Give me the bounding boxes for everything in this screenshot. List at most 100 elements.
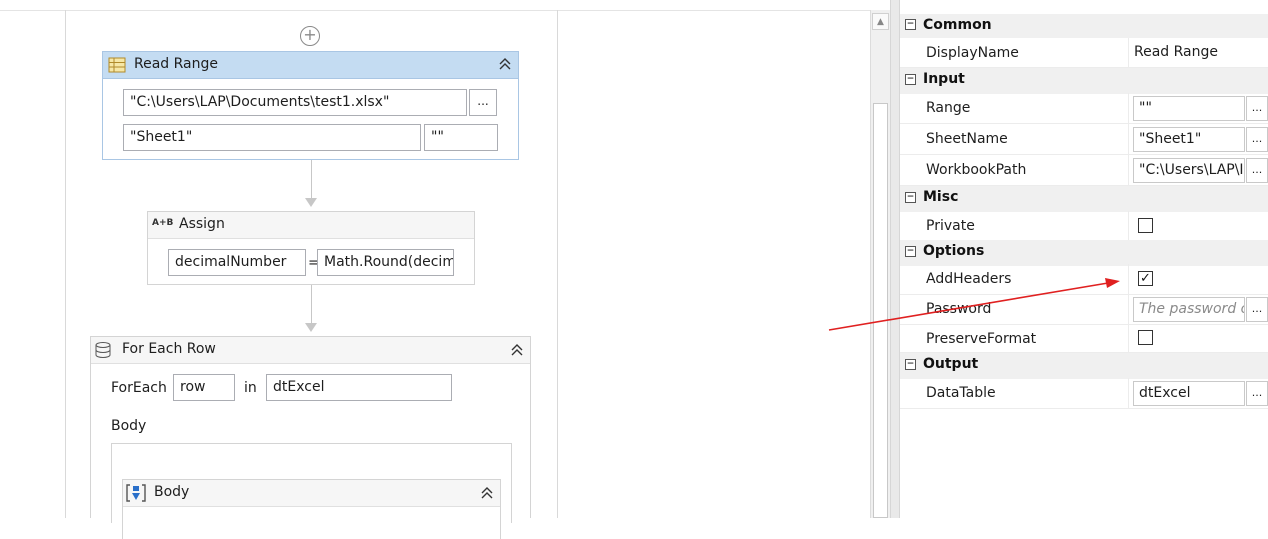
- assign-to-input[interactable]: decimalNumber: [168, 249, 306, 276]
- column-divider: [1128, 264, 1129, 295]
- private-checkbox[interactable]: [1138, 218, 1153, 233]
- for-each-row-header[interactable]: For Each Row: [91, 337, 530, 364]
- assign-header[interactable]: A+B Assign: [148, 212, 474, 239]
- property-name: Range: [926, 100, 971, 116]
- connector-arrow-icon: [305, 323, 317, 332]
- in-label: in: [244, 380, 257, 396]
- property-row-displayname[interactable]: DisplayName Read Range: [900, 38, 1268, 69]
- body-sequence-header[interactable]: Body: [123, 480, 500, 507]
- category-label: Misc: [923, 189, 959, 205]
- for-each-row-title: For Each Row: [122, 341, 216, 357]
- column-divider: [1128, 294, 1129, 325]
- assign-activity[interactable]: A+B Assign decimalNumber = Math.Round(de…: [147, 211, 475, 285]
- sequence-left-border: [65, 10, 66, 518]
- for-each-row-activity[interactable]: For Each Row ForEach row in dtExcel Body: [90, 336, 531, 539]
- category-label: Common: [923, 17, 992, 33]
- property-name: DisplayName: [926, 45, 1019, 61]
- collapse-toggle-icon[interactable]: −: [905, 359, 916, 370]
- collapse-toggle-icon[interactable]: −: [905, 192, 916, 203]
- column-divider: [1128, 124, 1129, 155]
- property-row-addheaders[interactable]: AddHeaders ✓: [900, 264, 1268, 295]
- workflow-designer-canvas[interactable]: + Read Range "C:\Users\LAP\Documents\tes…: [0, 0, 870, 539]
- connector-arrow-icon: [305, 198, 317, 207]
- property-name: Private: [926, 218, 975, 234]
- category-label: Input: [923, 71, 965, 87]
- expression-editor-button[interactable]: ...: [1246, 297, 1268, 322]
- designer-vertical-scrollbar[interactable]: ▲: [870, 10, 890, 518]
- scroll-up-icon[interactable]: ▲: [872, 13, 889, 30]
- read-range-title: Read Range: [134, 56, 218, 72]
- column-divider: [1128, 211, 1129, 242]
- properties-panel: − Common DisplayName Read Range − Input …: [900, 0, 1268, 518]
- range-input[interactable]: "": [424, 124, 498, 151]
- property-row-range[interactable]: Range "" ...: [900, 93, 1268, 124]
- canvas-top-border: [0, 10, 870, 11]
- body-sequence[interactable]: Body: [122, 479, 501, 539]
- preserveformat-checkbox[interactable]: [1138, 330, 1153, 345]
- scroll-thumb[interactable]: [873, 103, 888, 518]
- collapse-toggle-icon[interactable]: −: [905, 246, 916, 257]
- datatable-value-input[interactable]: dtExcel: [1133, 381, 1245, 406]
- property-row-password[interactable]: Password The password o ...: [900, 294, 1268, 325]
- property-row-private[interactable]: Private: [900, 211, 1268, 242]
- assign-value-input[interactable]: Math.Round(decim: [317, 249, 454, 276]
- workbookpath-value-input[interactable]: "C:\Users\LAP\I: [1133, 158, 1245, 183]
- property-name: Password: [926, 301, 992, 317]
- read-range-header[interactable]: Read Range: [103, 52, 518, 79]
- property-name: DataTable: [926, 385, 996, 401]
- category-common[interactable]: − Common: [900, 14, 1268, 38]
- collection-input[interactable]: dtExcel: [266, 374, 452, 401]
- property-name: SheetName: [926, 131, 1008, 147]
- property-row-preserveformat[interactable]: PreserveFormat: [900, 324, 1268, 355]
- property-name: AddHeaders: [926, 271, 1012, 287]
- collapse-toggle-icon[interactable]: −: [905, 74, 916, 85]
- category-options[interactable]: − Options: [900, 240, 1268, 266]
- property-name: WorkbookPath: [926, 162, 1027, 178]
- foreach-item-input[interactable]: row: [173, 374, 235, 401]
- database-icon: [94, 341, 114, 363]
- property-value[interactable]: Read Range: [1134, 44, 1218, 60]
- connector-line: [311, 160, 312, 198]
- property-row-sheetname[interactable]: SheetName "Sheet1" ...: [900, 124, 1268, 155]
- range-value-input[interactable]: "": [1133, 96, 1245, 121]
- collapse-icon[interactable]: [510, 343, 524, 361]
- sequence-right-border: [557, 10, 558, 518]
- property-row-datatable[interactable]: DataTable dtExcel ...: [900, 378, 1268, 409]
- expression-editor-button[interactable]: ...: [1246, 381, 1268, 406]
- foreach-label: ForEach: [111, 380, 167, 396]
- connector-line: [311, 285, 312, 323]
- workbook-path-input[interactable]: "C:\Users\LAP\Documents\test1.xlsx": [123, 89, 467, 116]
- sequence-icon: [125, 483, 147, 507]
- collapse-icon[interactable]: [498, 57, 512, 75]
- assign-icon: A+B: [152, 218, 174, 228]
- column-divider: [1128, 378, 1129, 409]
- body-label: Body: [111, 418, 147, 434]
- body-container[interactable]: Body: [111, 443, 512, 539]
- expression-editor-button[interactable]: ...: [1246, 158, 1268, 183]
- body-sequence-title: Body: [154, 484, 190, 500]
- sheetname-value-input[interactable]: "Sheet1": [1133, 127, 1245, 152]
- sheet-name-input[interactable]: "Sheet1": [123, 124, 421, 151]
- column-divider: [1128, 155, 1129, 186]
- category-label: Output: [923, 356, 979, 372]
- column-divider: [1128, 93, 1129, 124]
- category-input[interactable]: − Input: [900, 68, 1268, 94]
- category-misc[interactable]: − Misc: [900, 186, 1268, 212]
- addheaders-checkbox[interactable]: ✓: [1138, 271, 1153, 286]
- property-name: PreserveFormat: [926, 331, 1037, 347]
- excel-read-range-icon: [108, 56, 126, 78]
- category-output[interactable]: − Output: [900, 353, 1268, 379]
- property-row-workbookpath[interactable]: WorkbookPath "C:\Users\LAP\I ...: [900, 155, 1268, 186]
- category-label: Options: [923, 243, 985, 259]
- expression-editor-button[interactable]: ...: [1246, 127, 1268, 152]
- read-range-activity[interactable]: Read Range "C:\Users\LAP\Documents\test1…: [102, 51, 519, 160]
- column-divider: [1128, 324, 1129, 355]
- expression-editor-button[interactable]: ...: [1246, 96, 1268, 121]
- collapse-toggle-icon[interactable]: −: [905, 19, 916, 30]
- browse-file-button[interactable]: ...: [469, 89, 497, 116]
- assign-title: Assign: [179, 216, 225, 232]
- collapse-icon[interactable]: [480, 486, 494, 504]
- password-value-input[interactable]: The password o: [1133, 297, 1245, 322]
- panel-splitter[interactable]: [890, 0, 900, 518]
- add-activity-icon[interactable]: +: [300, 26, 320, 46]
